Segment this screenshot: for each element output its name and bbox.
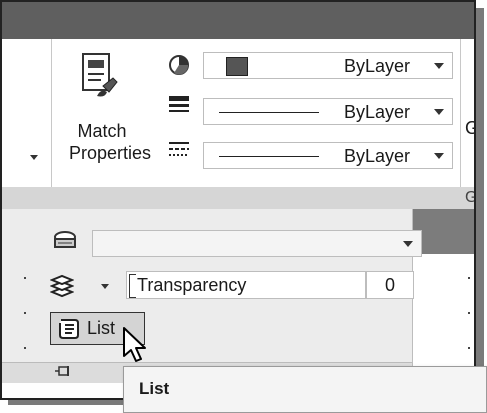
properties-panel-title-bar[interactable] [2,187,474,209]
panel-separator-right [460,39,461,187]
color-swatch [226,57,248,76]
lineweight-sample [219,112,319,113]
color-value: ByLayer [343,56,410,76]
mouse-cursor-icon [122,326,148,369]
cut-off-label-g1: G [465,118,474,139]
cut-off-label-g2: G [465,189,474,207]
grid-dot [24,312,26,314]
linetype-value: ByLayer [343,146,410,166]
window-shadow-right [476,8,484,405]
transparency-value-field[interactable]: 0 [366,271,414,299]
transparency-slider-field[interactable]: Transparency [126,271,366,299]
transparency-layers-icon[interactable] [49,274,75,303]
chevron-down-icon[interactable] [434,109,444,115]
color-combo[interactable]: ByLayer [203,52,453,79]
grid-dot [468,312,470,314]
grid-dot [468,277,470,279]
transparency-slider-handle[interactable] [129,274,136,298]
match-properties-label-2[interactable]: Properties [60,142,160,164]
linetype-icon [168,140,190,167]
color-wheel-icon [168,54,190,81]
plot-style-combo[interactable] [92,230,422,257]
pin-icon[interactable] [54,364,72,383]
list-button-label: List [87,318,116,338]
tooltip-text: List [139,379,170,398]
plot-style-printer-icon [52,230,78,257]
left-panel-arrow[interactable] [30,155,38,160]
linetype-sample [219,156,319,157]
match-properties-brush-icon[interactable] [81,52,121,102]
linetype-combo[interactable]: ByLayer [203,142,453,169]
transparency-value: 0 [385,275,396,295]
chevron-down-icon[interactable] [434,153,444,159]
list-scroll-icon [57,317,81,346]
chevron-down-icon[interactable] [403,241,413,247]
grid-dot [24,347,26,349]
ribbon-window: Match Properties ByLayer ByLayer ByLayer… [0,0,476,400]
grid-dot [468,347,470,349]
match-properties-label-1[interactable]: Match [64,120,140,142]
lineweight-combo[interactable]: ByLayer [203,98,453,125]
ribbon-tab-bar [2,2,474,39]
transparency-dropdown-arrow[interactable] [101,284,109,289]
grid-dot [24,277,26,279]
chevron-down-icon[interactable] [434,63,444,69]
list-tooltip: List [123,366,487,413]
transparency-label: Transparency [137,275,247,295]
lineweight-value: ByLayer [343,102,410,122]
lineweight-icon [168,94,190,121]
panel-separator-left [51,39,52,187]
